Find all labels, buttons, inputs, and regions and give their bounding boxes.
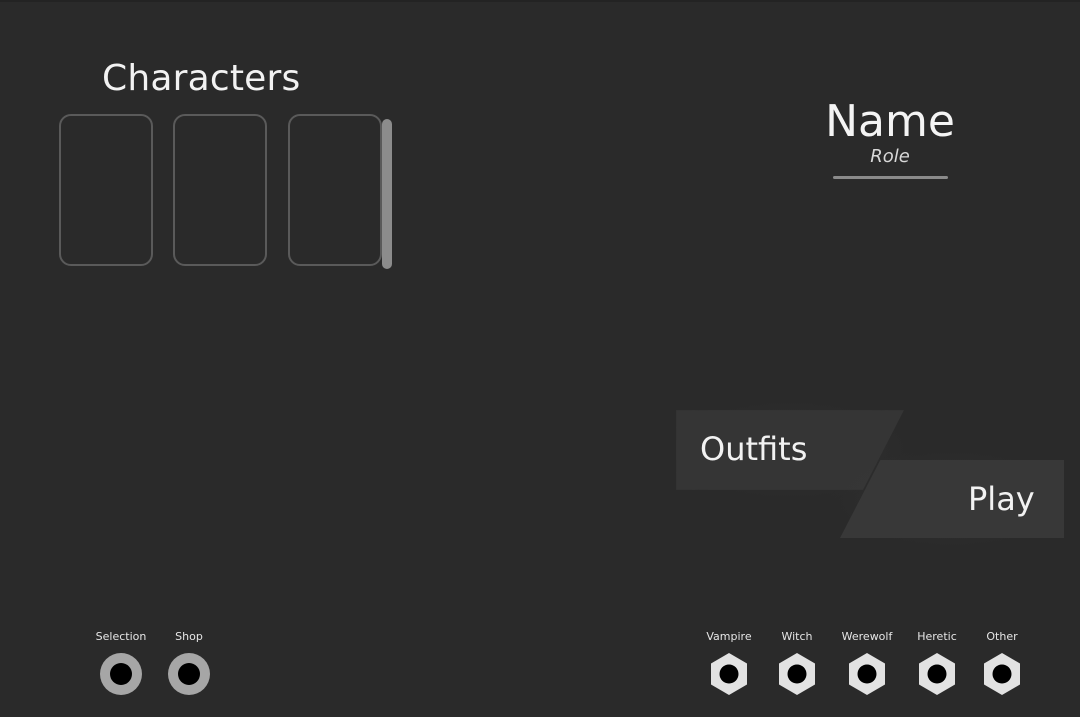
hexagon-icon [779,653,815,695]
nav-vampire[interactable]: Vampire [694,630,764,696]
character-info: Name Role [820,94,960,167]
nav-selection[interactable]: Selection [86,630,156,696]
nav-heretic[interactable]: Heretic [902,630,972,696]
character-name: Name [825,96,955,147]
characters-title: Characters [102,58,301,99]
play-button[interactable]: Play [828,448,1076,550]
ring-icon [168,653,210,695]
hexagon-icon [711,653,747,695]
ring-icon [100,653,142,695]
outfits-button-label: Outfits [700,430,808,468]
nav-shop[interactable]: Shop [154,630,224,696]
hexagon-icon [984,653,1020,695]
nav-other-label: Other [986,630,1018,643]
character-selection-screen: Characters Name Role Outfits Play Select… [0,0,1080,717]
nav-werewolf[interactable]: Werewolf [832,630,902,696]
nav-witch-label: Witch [781,630,813,643]
nav-vampire-label: Vampire [706,630,752,643]
hexagon-icon [919,653,955,695]
nav-heretic-label: Heretic [917,630,957,643]
name-underline [833,176,948,179]
nav-selection-label: Selection [95,630,147,643]
nav-witch[interactable]: Witch [762,630,832,696]
character-slot[interactable] [173,114,267,266]
character-slot[interactable] [288,114,382,266]
play-button-label: Play [968,480,1035,518]
nav-other[interactable]: Other [967,630,1037,696]
hexagon-icon [849,653,885,695]
nav-shop-label: Shop [175,630,203,643]
character-slot[interactable] [59,114,153,266]
characters-scrollbar[interactable] [382,119,392,269]
nav-werewolf-label: Werewolf [841,630,893,643]
